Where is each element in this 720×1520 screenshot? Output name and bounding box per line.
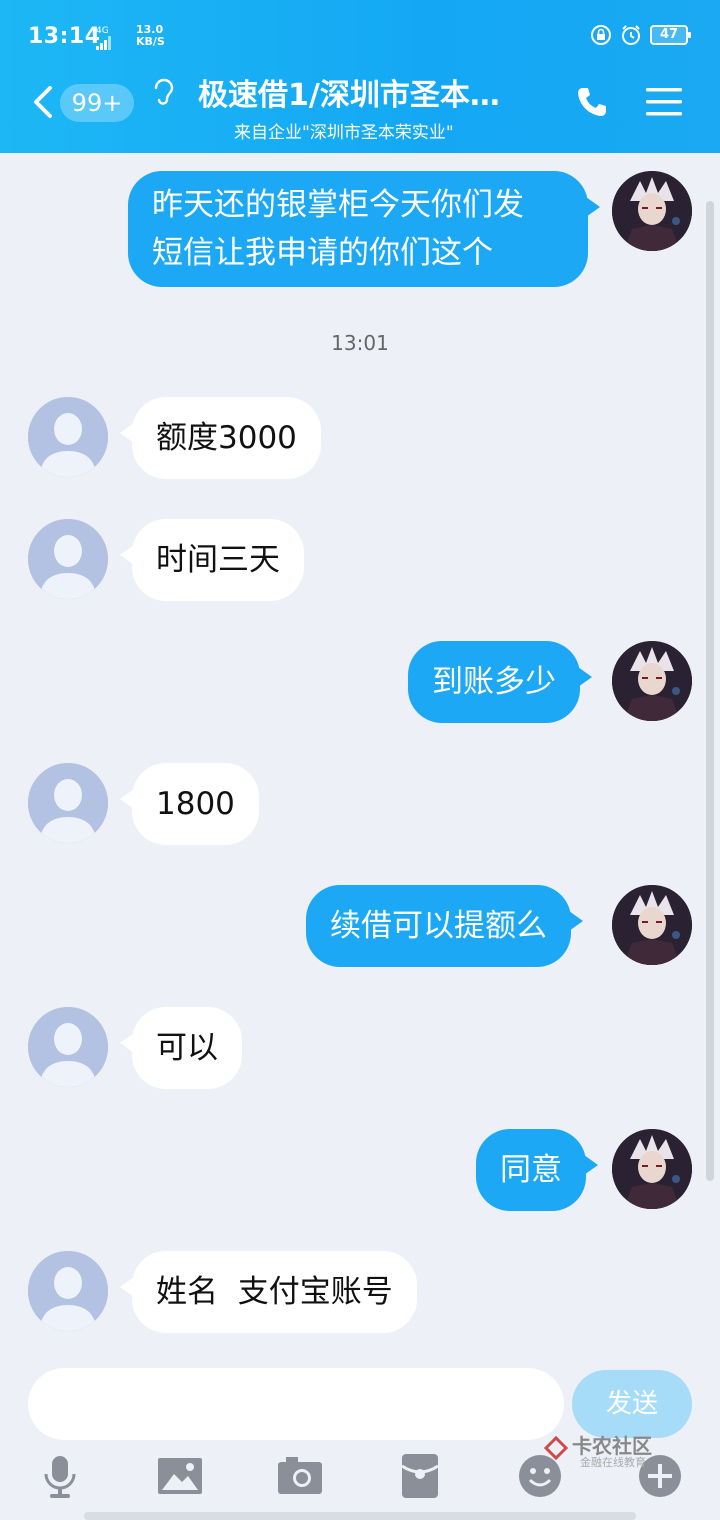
watermark-subtitle: 金融在线教育 [580,1456,646,1469]
message-bubble-outgoing[interactable]: 到账多少 [408,641,592,723]
red-packet-icon[interactable] [396,1452,444,1500]
message-bubble-incoming[interactable]: 额度3000 [120,397,321,479]
network-type: 4G [96,26,109,36]
message-list[interactable]: 昨天还的银掌柜今天你们发 短信让我申请的你们这个 13:01 额度3000 时间… [0,153,720,1360]
status-bar: 13:14 4G 13.0 KB/S 47 [0,0,720,70]
anime-avatar-icon [612,641,692,721]
watermark: 卡农社区 金融在线教育 [542,1430,692,1470]
alarm-icon [622,25,640,45]
chat-header: 13:14 4G 13.0 KB/S 47 99+ 极速借1/深圳市圣本… 来自… [0,0,720,153]
message-text-line: 短信让我申请的你们这个 [152,235,493,271]
network-indicator: 4G [96,26,112,50]
message-timestamp: 13:01 [331,331,389,355]
default-person-icon [28,519,108,599]
message-bubble-incoming[interactable]: 时间三天 [120,519,304,601]
status-time: 13:14 [28,24,101,49]
microphone-icon[interactable] [36,1452,84,1500]
contact-avatar[interactable] [28,519,108,599]
phone-icon[interactable] [574,84,610,120]
speed-unit: KB/S [136,35,165,48]
contact-avatar[interactable] [28,397,108,477]
lock-rotation-icon [591,25,611,45]
message-bubble-outgoing[interactable]: 续借可以提额么 [306,885,583,967]
menu-icon[interactable] [644,84,684,120]
unread-badge[interactable]: 99+ [60,84,134,122]
my-avatar[interactable] [612,1129,692,1209]
contact-avatar[interactable] [28,1007,108,1087]
message-input[interactable] [28,1368,564,1440]
anime-avatar-icon [612,885,692,965]
battery-indicator: 47 [650,25,691,45]
my-avatar[interactable] [612,641,692,721]
message-bubble-incoming[interactable]: 可以 [120,1007,242,1089]
contact-avatar[interactable] [28,763,108,843]
message-bubble-incoming[interactable]: 姓名 支付宝账号 [120,1251,417,1333]
gesture-bar [84,1512,636,1520]
default-person-icon [28,397,108,477]
camera-icon[interactable] [276,1452,324,1500]
message-bubble-incoming[interactable]: 1800 [120,763,259,845]
my-avatar[interactable] [612,885,692,965]
default-person-icon [28,1251,108,1331]
anime-avatar-icon [612,1129,692,1209]
ear-icon[interactable] [150,76,176,108]
default-person-icon [28,1007,108,1087]
message-bubble-outgoing[interactable]: 昨天还的银掌柜今天你们发 短信让我申请的你们这个 [128,171,600,287]
message-bubble-outgoing[interactable]: 同意 [476,1129,598,1211]
network-speed: 13.0 KB/S [136,24,165,48]
my-avatar[interactable] [612,171,692,251]
back-icon[interactable] [28,82,58,122]
chat-title: 极速借1/深圳市圣本… [198,78,500,113]
contact-avatar[interactable] [28,1251,108,1331]
watermark-logo-icon [543,1435,569,1461]
chat-subtitle: 来自企业"深圳市圣本荣实业" [234,123,454,143]
signal-icon [96,36,111,50]
send-button[interactable]: 发送 [572,1370,692,1438]
anime-avatar-icon [612,171,692,251]
default-person-icon [28,763,108,843]
message-text-line: 昨天还的银掌柜今天你们发 [152,187,524,223]
image-icon[interactable] [156,1452,204,1500]
